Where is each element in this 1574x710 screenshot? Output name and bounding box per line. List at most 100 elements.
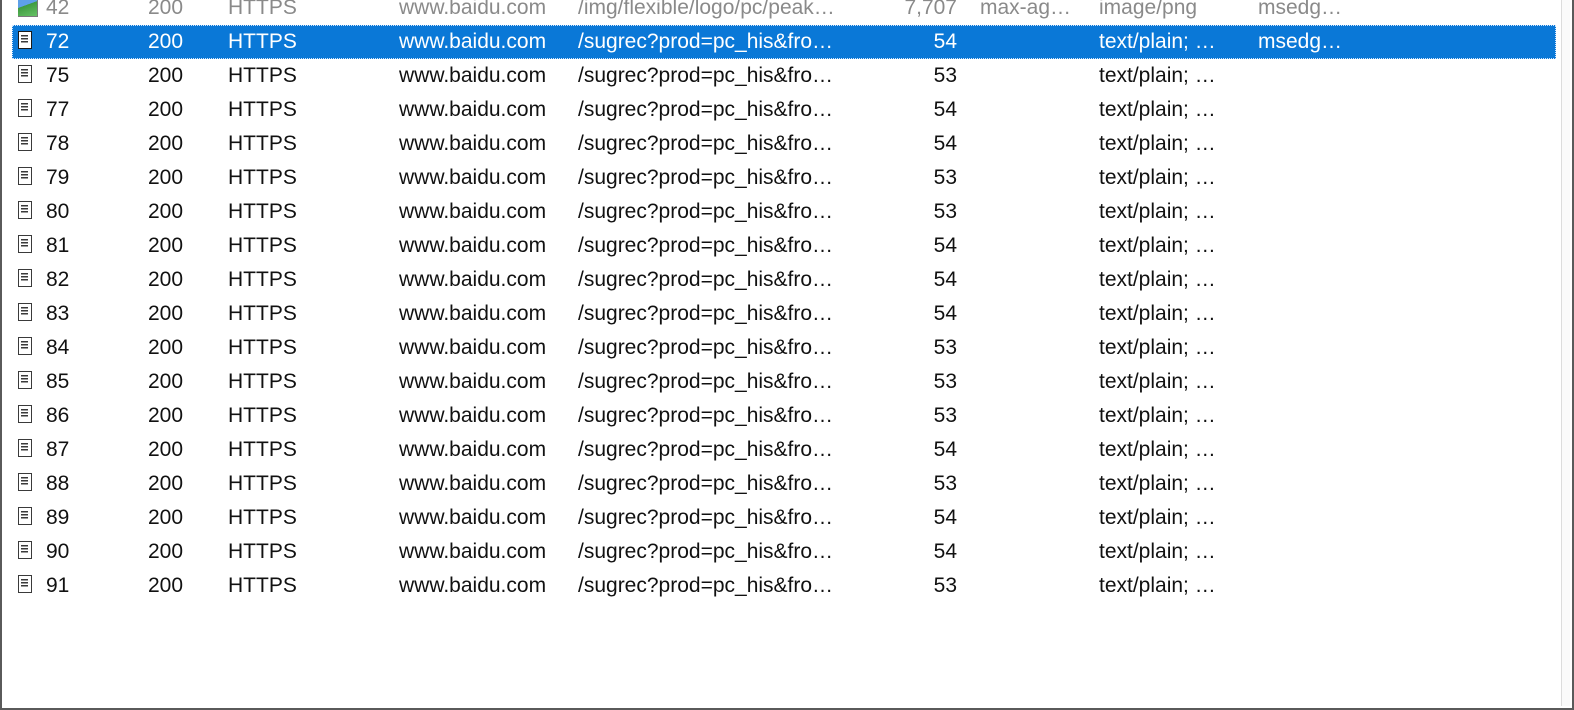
session-row[interactable]: 87 200 HTTPS www.baidu.com/sugrec?prod=pc_h…: [12, 433, 1556, 467]
document-icon: [18, 303, 32, 321]
result-code-cell: 200: [148, 64, 184, 87]
session-row[interactable]: 83 200 HTTPS www.baidu.com/sugrec?prod=pc_h…: [12, 297, 1556, 331]
url-cell: /sugrec?prod=pc_his&fro…: [578, 234, 834, 257]
result-code-cell: 200: [148, 166, 184, 189]
vertical-scrollbar[interactable]: [1561, 0, 1570, 706]
document-icon: [18, 507, 32, 525]
row-icon-cell: [18, 331, 38, 365]
process-cell: [1258, 501, 1378, 535]
content-type-cell: text/plain; …: [1099, 506, 1216, 529]
host-cell: www.baidu.com: [399, 200, 547, 223]
result-code-cell: 200: [148, 200, 184, 223]
result-code-cell: 200: [148, 540, 184, 563]
row-icon-cell: [18, 399, 38, 433]
host-cell: www.baidu.com: [399, 132, 547, 155]
protocol-cell: HTTPS: [228, 302, 297, 325]
result-code-cell: 200: [148, 98, 184, 121]
protocol-cell: HTTPS: [228, 506, 297, 529]
url-cell: /sugrec?prod=pc_his&fro…: [578, 506, 834, 529]
row-icon-cell: [18, 0, 38, 25]
row-icon-cell: [18, 501, 38, 535]
session-row[interactable]: 85 200 HTTPS www.baidu.com/sugrec?prod=pc_h…: [12, 365, 1556, 399]
process-cell: [1258, 535, 1378, 569]
body-size-cell: 53: [933, 336, 957, 359]
session-row[interactable]: 75 200 HTTPS www.baidu.com/sugrec?prod=pc_h…: [12, 59, 1556, 93]
protocol-cell: HTTPS: [228, 574, 297, 597]
session-row[interactable]: 89 200 HTTPS www.baidu.com/sugrec?prod=pc_h…: [12, 501, 1556, 535]
result-code-cell: 200: [148, 438, 184, 461]
session-row[interactable]: 81 200 HTTPS www.baidu.com/sugrec?prod=pc_h…: [12, 229, 1556, 263]
row-icon-cell: [18, 93, 38, 127]
protocol-cell: HTTPS: [228, 166, 297, 189]
host-cell: www.baidu.com: [399, 370, 547, 393]
session-id-cell: 81: [46, 234, 70, 257]
session-id-cell: 72: [46, 30, 70, 53]
document-icon: [18, 473, 32, 491]
body-size-cell: 53: [933, 472, 957, 495]
body-size-cell: 54: [933, 98, 957, 121]
process-cell: [1258, 467, 1378, 501]
content-type-cell: text/plain; …: [1099, 200, 1216, 223]
caching-cell: [980, 127, 1090, 161]
url-cell: /img/flexible/logo/pc/peak…: [578, 0, 835, 19]
session-row[interactable]: 88 200 HTTPS www.baidu.com/sugrec?prod=pc_h…: [12, 467, 1556, 501]
document-icon: [18, 575, 32, 593]
session-list: 42 200 HTTPS www.baidu.com/img/flexible/log…: [12, 0, 1556, 603]
result-code-cell: 200: [148, 472, 184, 495]
caching-cell: [980, 569, 1090, 603]
document-icon: [18, 337, 32, 355]
session-row[interactable]: 42 200 HTTPS www.baidu.com/img/flexible/log…: [12, 0, 1556, 25]
body-size-cell: 54: [933, 234, 957, 257]
session-row[interactable]: 80 200 HTTPS www.baidu.com/sugrec?prod=pc_h…: [12, 195, 1556, 229]
content-type-cell: text/plain; …: [1099, 404, 1216, 427]
session-row[interactable]: 77 200 HTTPS www.baidu.com/sugrec?prod=pc_h…: [12, 93, 1556, 127]
protocol-cell: HTTPS: [228, 404, 297, 427]
document-icon: [18, 201, 32, 219]
body-size-cell: 53: [933, 200, 957, 223]
process-cell: [1258, 195, 1378, 229]
protocol-cell: HTTPS: [228, 268, 297, 291]
protocol-cell: HTTPS: [228, 64, 297, 87]
session-row[interactable]: 72 200 HTTPS www.baidu.com/sugrec?prod=pc_h…: [12, 25, 1556, 59]
caching-cell: [980, 161, 1090, 195]
protocol-cell: HTTPS: [228, 132, 297, 155]
session-row[interactable]: 79 200 HTTPS www.baidu.com/sugrec?prod=pc_h…: [12, 161, 1556, 195]
result-code-cell: 200: [148, 234, 184, 257]
protocol-cell: HTTPS: [228, 200, 297, 223]
protocol-cell: HTTPS: [228, 540, 297, 563]
row-icon-cell: [18, 161, 38, 195]
session-row[interactable]: 91 200 HTTPS www.baidu.com/sugrec?prod=pc_h…: [12, 569, 1556, 603]
content-type-cell: text/plain; …: [1099, 268, 1216, 291]
host-cell: www.baidu.com: [399, 574, 547, 597]
session-id-cell: 87: [46, 438, 70, 461]
session-row[interactable]: 82 200 HTTPS www.baidu.com/sugrec?prod=pc_h…: [12, 263, 1556, 297]
document-icon: [18, 269, 32, 287]
session-row[interactable]: 90 200 HTTPS www.baidu.com/sugrec?prod=pc_h…: [12, 535, 1556, 569]
process-cell: [1258, 297, 1378, 331]
caching-cell: [980, 501, 1090, 535]
result-code-cell: 200: [148, 336, 184, 359]
session-row[interactable]: 78 200 HTTPS www.baidu.com/sugrec?prod=pc_h…: [12, 127, 1556, 161]
row-icon-cell: [18, 59, 38, 93]
session-row[interactable]: 84 200 HTTPS www.baidu.com/sugrec?prod=pc_h…: [12, 331, 1556, 365]
host-cell: www.baidu.com: [399, 404, 547, 427]
host-cell: www.baidu.com: [399, 166, 547, 189]
url-cell: /sugrec?prod=pc_his&fro…: [578, 166, 834, 189]
url-cell: /sugrec?prod=pc_his&fro…: [578, 370, 834, 393]
host-cell: www.baidu.com: [399, 540, 547, 563]
process-cell: [1258, 569, 1378, 603]
session-row[interactable]: 86 200 HTTPS www.baidu.com/sugrec?prod=pc_h…: [12, 399, 1556, 433]
session-id-cell: 91: [46, 574, 70, 597]
result-code-cell: 200: [148, 0, 184, 19]
session-id-cell: 82: [46, 268, 70, 291]
content-type-cell: text/plain; …: [1099, 30, 1216, 53]
url-cell: /sugrec?prod=pc_his&fro…: [578, 438, 834, 461]
caching-cell: [980, 263, 1090, 297]
content-type-cell: text/plain; …: [1099, 132, 1216, 155]
protocol-cell: HTTPS: [228, 370, 297, 393]
process-cell: msedg…: [1258, 30, 1343, 53]
url-cell: /sugrec?prod=pc_his&fro…: [578, 268, 834, 291]
image-icon: [18, 0, 38, 17]
row-icon-cell: [18, 365, 38, 399]
row-icon-cell: [18, 127, 38, 161]
